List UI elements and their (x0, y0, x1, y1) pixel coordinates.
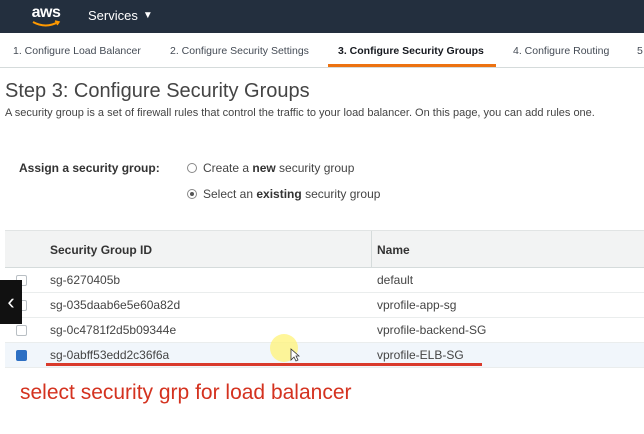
page-title: Step 3: Configure Security Groups (5, 80, 310, 102)
tab-configure-routing[interactable]: 4. Configure Routing (513, 45, 609, 57)
mouse-cursor-icon (290, 348, 300, 362)
radio-unchecked-icon[interactable] (187, 163, 197, 173)
assign-security-group-label: Assign a security group: (19, 161, 160, 175)
chevron-left-icon[interactable]: ‹ (0, 280, 22, 324)
security-group-name-cell: default (377, 273, 414, 287)
security-groups-table: Security Group ID Name sg-6270405b defau… (5, 230, 644, 368)
table-header-row: Security Group ID Name (5, 230, 644, 268)
caret-down-icon: ▼ (142, 10, 153, 21)
column-divider (371, 231, 372, 267)
table-row[interactable]: sg-035daab6e5e60a82d vprofile-app-sg (5, 293, 644, 318)
tab-configure-load-balancer[interactable]: 1. Configure Load Balancer (13, 45, 141, 57)
column-header-security-group-id[interactable]: Security Group ID (50, 243, 152, 257)
table-row[interactable]: sg-0c4781f2d5b09344e vprofile-backend-SG (5, 318, 644, 343)
top-nav-bar: aws Services ▼ (0, 0, 644, 33)
security-group-id-cell: sg-6270405b (50, 273, 121, 287)
security-group-id-cell: sg-0abff53edd2c36f6a (50, 348, 170, 362)
column-header-name[interactable]: Name (377, 243, 410, 257)
radio-label-select-existing: Select an existing security group (203, 187, 381, 201)
services-label: Services (88, 8, 138, 23)
security-group-name-cell: vprofile-app-sg (377, 298, 457, 312)
aws-logo[interactable]: aws (28, 4, 64, 30)
annotation-underline (46, 363, 482, 366)
tab-step-5[interactable]: 5 (637, 45, 643, 57)
security-group-name-cell: vprofile-ELB-SG (377, 348, 464, 362)
annotation-text: select security grp for load balancer (20, 381, 352, 404)
active-tab-indicator (328, 64, 496, 67)
tab-configure-security-settings[interactable]: 2. Configure Security Settings (170, 45, 309, 57)
radio-create-new-security-group[interactable]: Create a new security group (187, 161, 354, 175)
radio-select-existing-security-group[interactable]: Select an existing security group (187, 187, 380, 201)
row-checkbox-checked[interactable] (16, 350, 27, 361)
radio-checked-icon[interactable] (187, 189, 197, 199)
row-checkbox[interactable] (16, 325, 27, 336)
table-row[interactable]: sg-6270405b default (5, 268, 644, 293)
security-group-name-cell: vprofile-backend-SG (377, 323, 487, 337)
security-group-id-cell: sg-0c4781f2d5b09344e (50, 323, 177, 337)
security-group-id-cell: sg-035daab6e5e60a82d (50, 298, 181, 312)
tab-configure-security-groups[interactable]: 3. Configure Security Groups (338, 45, 484, 57)
aws-smile-icon (32, 20, 61, 27)
page-description: A security group is a set of firewall ru… (5, 107, 595, 119)
wizard-tabs: 1. Configure Load Balancer 2. Configure … (0, 33, 644, 68)
radio-label-create-new: Create a new security group (203, 161, 355, 175)
services-menu-button[interactable]: Services ▼ (88, 8, 153, 23)
